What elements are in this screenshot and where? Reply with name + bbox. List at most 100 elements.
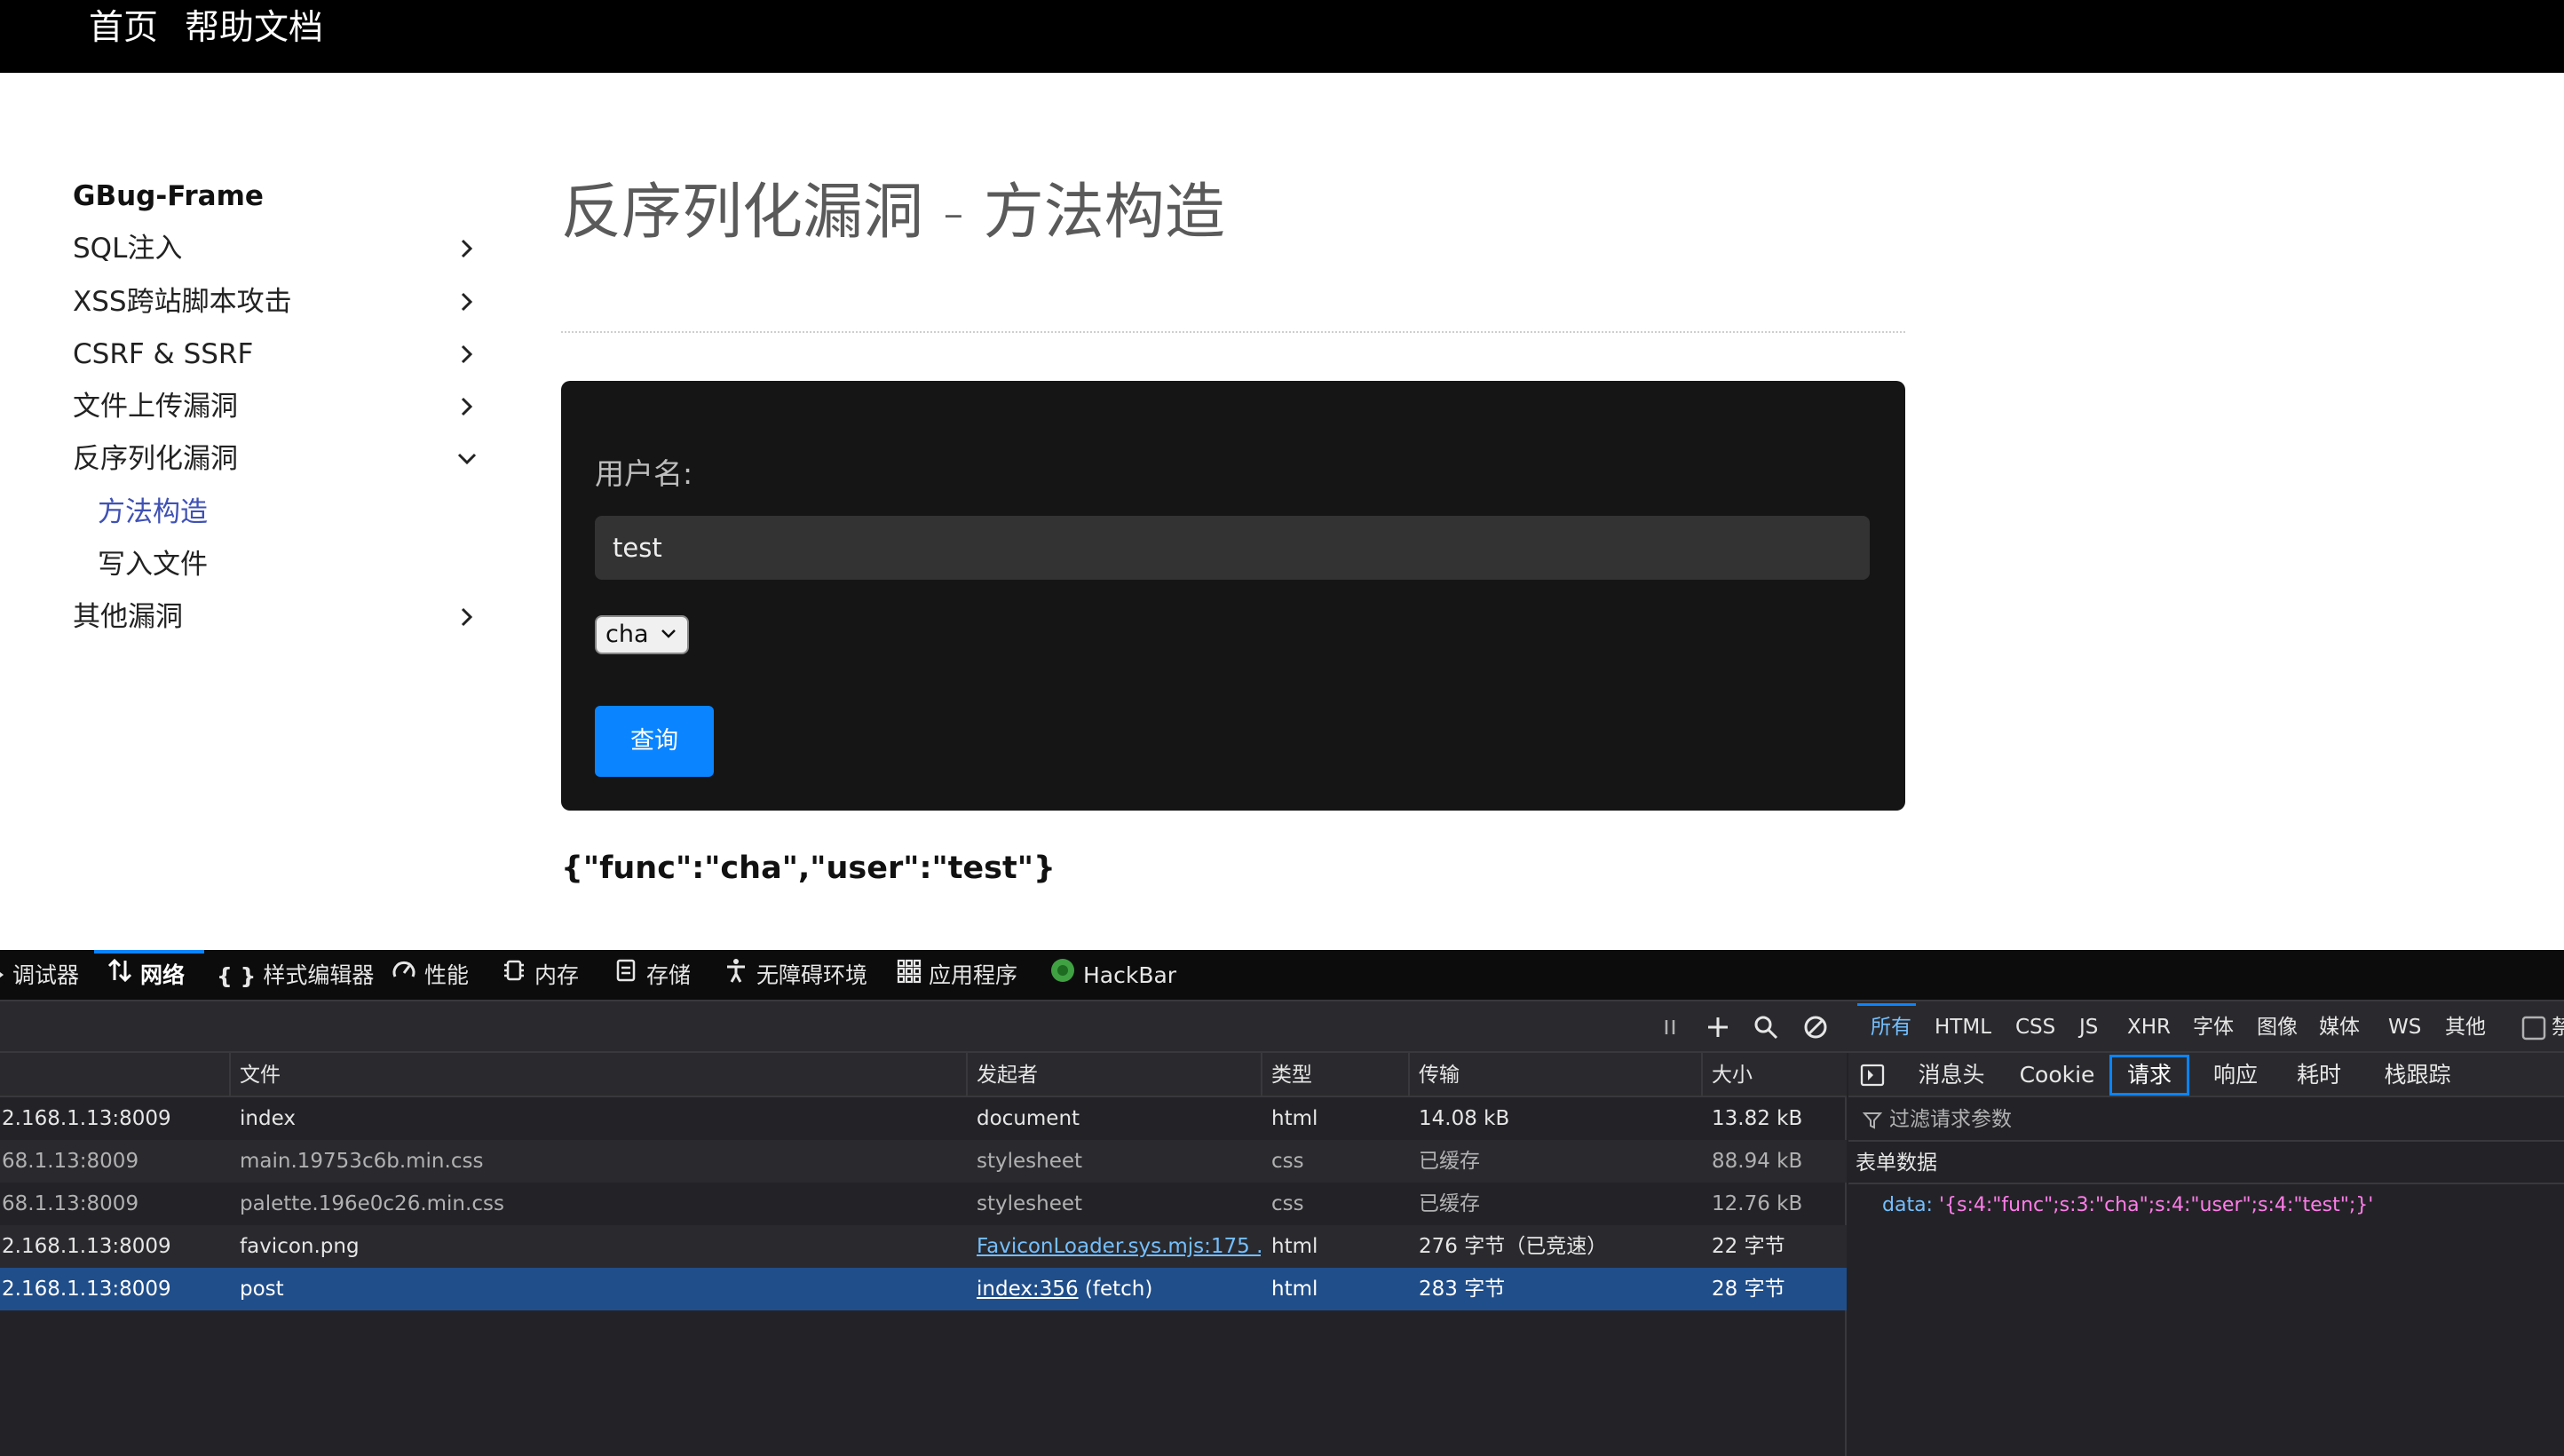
sidebar-item-label: CSRF & SSRF	[73, 338, 254, 370]
sidebar-item-label: XSS跨站脚本攻击	[73, 286, 292, 318]
chevron-right-icon	[455, 382, 481, 431]
hackbar-logo-icon	[1049, 951, 1076, 1002]
table-row-selected[interactable]: 2.168.1.13:8009 post index:356 (fetch) h…	[0, 1268, 1847, 1310]
network-arrows-icon	[107, 951, 133, 1002]
filter-html[interactable]: HTML	[1935, 1001, 1991, 1051]
sidebar-item-sql-injection[interactable]: SQL注入	[73, 224, 481, 273]
tab-stack-trace[interactable]: 栈跟踪	[2369, 1055, 2466, 1096]
chevron-down-icon	[455, 434, 481, 484]
col-initiator[interactable]: 发起者	[966, 1053, 1261, 1097]
tab-performance[interactable]: 性能	[391, 950, 469, 1001]
col-type[interactable]: 类型	[1261, 1053, 1408, 1097]
chip-icon	[501, 951, 527, 1002]
initiator-link[interactable]: FaviconLoader.sys.mjs:175 ...	[977, 1235, 1261, 1258]
tab-debugger[interactable]: 调试器	[0, 950, 79, 1001]
chevron-right-icon	[455, 592, 481, 642]
filter-media[interactable]: 媒体	[2319, 1001, 2360, 1051]
sidebar-subitem-write-file[interactable]: 写入文件	[98, 540, 208, 590]
request-table: 文件 发起者 类型 传输 大小 2.168.1.13:8009 index do…	[0, 1053, 1847, 1456]
filter-font[interactable]: 字体	[2193, 1001, 2234, 1051]
username-input[interactable]: test	[595, 516, 1870, 580]
disable-cache-checkbox[interactable]: 禁	[2521, 1001, 2564, 1051]
grid-icon	[897, 951, 922, 1002]
clear-icon[interactable]	[1802, 1014, 1829, 1041]
sidebar-item-deserialization[interactable]: 反序列化漏洞	[73, 434, 481, 484]
sidebar-item-label: 其他漏洞	[73, 601, 183, 633]
filter-icon	[1863, 1112, 1882, 1129]
page-title: 反序列化漏洞 - 方法构造	[561, 178, 1225, 248]
tab-timings[interactable]: 耗时	[2283, 1055, 2354, 1096]
filter-js[interactable]: JS	[2079, 1001, 2098, 1051]
filter-css[interactable]: CSS	[2015, 1001, 2055, 1051]
nav-help-link[interactable]: 帮助文档	[185, 4, 323, 53]
title-divider	[561, 331, 1905, 333]
form-param-row[interactable]: data: '{s:4:"func";s:3:"cha";s:4:"user";…	[1882, 1184, 2373, 1227]
table-row[interactable]: 68.1.13:8009 main.19753c6b.min.css style…	[0, 1140, 1847, 1183]
tab-request[interactable]: 请求	[2109, 1055, 2189, 1096]
storage-icon	[613, 951, 639, 1002]
func-select-value: cha	[605, 621, 649, 648]
sidebar-subitem-method-construct[interactable]: 方法构造	[98, 487, 208, 537]
add-icon[interactable]	[1705, 1014, 1731, 1041]
col-size[interactable]: 大小	[1701, 1053, 1847, 1097]
checkbox-icon	[2521, 1016, 2546, 1040]
tab-network[interactable]: 网络	[107, 950, 185, 1001]
table-header: 文件 发起者 类型 传输 大小	[0, 1053, 1847, 1097]
pause-icon[interactable]	[1657, 1014, 1683, 1041]
sidebar-item-other[interactable]: 其他漏洞	[73, 592, 481, 642]
sidebar-title: GBug-Frame	[73, 180, 264, 212]
devtools-tab-bar: 调试器 网络 { } 样式编辑器 性能 内存 存储 无障碍环境 应用程序 Hack…	[0, 950, 2564, 1001]
table-row[interactable]: 68.1.13:8009 palette.196e0c26.min.css st…	[0, 1183, 1847, 1225]
param-filter-input[interactable]: 过滤请求参数	[1848, 1097, 2564, 1142]
param-value: '{s:4:"func";s:3:"cha";s:4:"user";s:4:"t…	[1938, 1194, 2374, 1216]
gauge-icon	[391, 951, 417, 1002]
sidebar-item-label: 反序列化漏洞	[73, 443, 238, 475]
initiator-link[interactable]: index:356	[977, 1278, 1079, 1301]
filter-xhr[interactable]: XHR	[2127, 1001, 2171, 1051]
tab-cookie[interactable]: Cookie	[2010, 1055, 2104, 1096]
accessibility-icon	[723, 951, 749, 1002]
query-button[interactable]: 查询	[595, 706, 714, 777]
filter-other[interactable]: 其他	[2445, 1001, 2486, 1051]
col-file[interactable]: 文件	[229, 1053, 966, 1097]
query-result: {"func":"cha","user":"test"}	[561, 851, 1056, 886]
table-row[interactable]: 2.168.1.13:8009 favicon.png FaviconLoade…	[0, 1225, 1847, 1268]
nav-home-link[interactable]: 首页	[89, 4, 158, 53]
func-select[interactable]: cha	[595, 615, 689, 654]
search-icon[interactable]	[1753, 1014, 1779, 1041]
chevron-right-icon	[455, 329, 481, 379]
tab-response[interactable]: 响应	[2200, 1055, 2271, 1096]
filter-all[interactable]: 所有	[1871, 1001, 1911, 1051]
tab-accessibility[interactable]: 无障碍环境	[723, 950, 867, 1001]
chevron-down-icon	[661, 629, 676, 638]
request-details-panel: 消息头 Cookie 请求 响应 耗时 栈跟踪 过滤请求参数 表单数据 data…	[1848, 1053, 2564, 1456]
sidebar-item-label: 文件上传漏洞	[73, 391, 238, 423]
devtools-panel: 调试器 网络 { } 样式编辑器 性能 内存 存储 无障碍环境 应用程序 Hack…	[0, 950, 2564, 1456]
tab-storage[interactable]: 存储	[613, 950, 691, 1001]
sidebar-item-label: SQL注入	[73, 233, 183, 265]
chevron-right-icon	[455, 224, 481, 273]
network-toolbar: 所有 HTML CSS JS XHR 字体 图像 媒体 WS 其他 禁	[0, 1001, 2564, 1053]
sidebar-item-csrf-ssrf[interactable]: CSRF & SSRF	[73, 329, 481, 379]
table-row[interactable]: 2.168.1.13:8009 index document html 14.0…	[0, 1097, 1847, 1140]
col-transfer[interactable]: 传输	[1408, 1053, 1701, 1097]
filter-ws[interactable]: WS	[2388, 1001, 2421, 1051]
username-label: 用户名:	[595, 456, 693, 491]
toggle-panel-icon[interactable]	[1857, 1055, 1887, 1096]
details-tab-bar: 消息头 Cookie 请求 响应 耗时 栈跟踪	[1848, 1053, 2564, 1097]
chevron-right-icon	[455, 277, 481, 327]
braces-icon: { }	[217, 963, 257, 989]
form-data-section[interactable]: 表单数据	[1848, 1142, 2564, 1184]
tab-memory[interactable]: 内存	[501, 950, 579, 1001]
top-navbar: 首页 帮助文档	[0, 0, 2564, 73]
sidebar-item-file-upload[interactable]: 文件上传漏洞	[73, 382, 481, 431]
tab-application[interactable]: 应用程序	[897, 950, 1017, 1001]
sidebar-item-xss[interactable]: XSS跨站脚本攻击	[73, 277, 481, 327]
query-form: 用户名: test cha 查询	[561, 381, 1905, 811]
param-key: data:	[1882, 1194, 1933, 1216]
tab-headers[interactable]: 消息头	[1907, 1055, 1996, 1096]
tab-hackbar[interactable]: HackBar	[1049, 950, 1176, 1001]
filter-image[interactable]: 图像	[2257, 1001, 2298, 1051]
tab-style-editor[interactable]: { } 样式编辑器	[217, 950, 374, 1001]
debugger-icon	[0, 951, 5, 1002]
